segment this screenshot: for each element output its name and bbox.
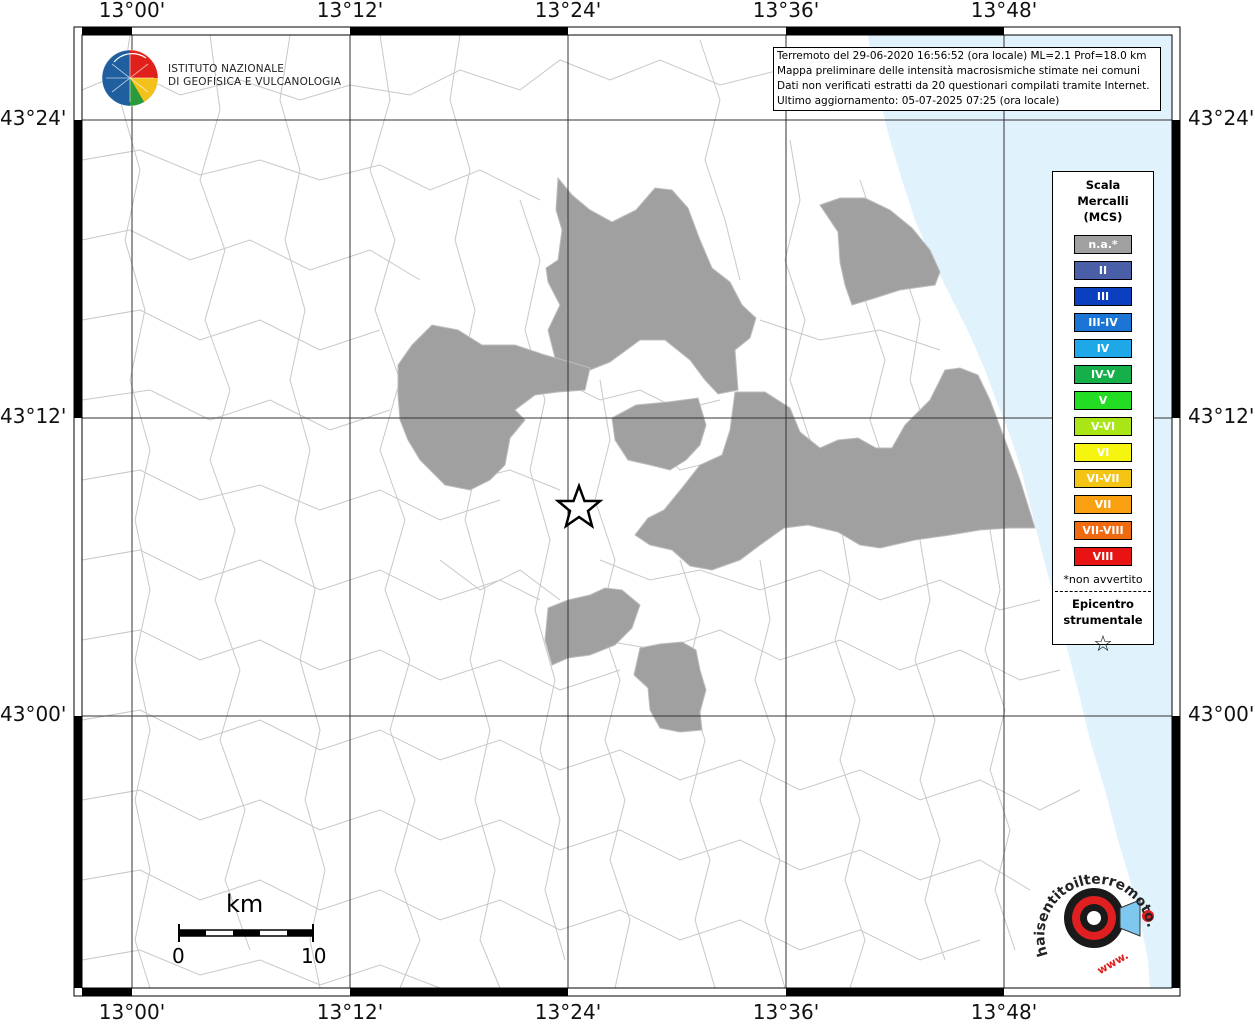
event-info-box: Terremoto del 29-06-2020 16:56:52 (ora l… (773, 47, 1161, 111)
bottom-tick-1: 13°00' (98, 1000, 166, 1024)
legend-epicenter-label: Epicentro strumentale (1053, 596, 1153, 628)
legend-swatch: V (1074, 391, 1132, 410)
scalebar-max: 10 (301, 944, 327, 968)
legend-swatch: VII (1074, 495, 1132, 514)
left-tick-3: 43°00' (0, 702, 67, 726)
left-tick-1: 43°24' (0, 106, 67, 130)
top-tick-5: 13°48' (970, 0, 1038, 22)
legend-swatch: V-VI (1074, 417, 1132, 436)
legend-swatch: IV (1074, 339, 1132, 358)
top-tick-4: 13°36' (752, 0, 820, 22)
bottom-tick-3: 13°24' (534, 1000, 602, 1024)
ingv-logo-icon (101, 49, 159, 107)
legend-note: *non avvertito (1063, 573, 1143, 586)
top-tick-1: 13°00' (98, 0, 166, 22)
ingv-line-2: DI GEOFISICA E VULCANOLOGIA (168, 76, 342, 88)
legend-swatch: IV-V (1074, 365, 1132, 384)
legend-title-1: Scala (1085, 178, 1121, 192)
hsit-logo-icon: haisentitoilterremoto.it www. (1030, 860, 1160, 977)
left-tick-2: 43°12' (0, 404, 67, 428)
event-info-line-3: Dati non verificati estratti da 20 quest… (777, 80, 1150, 92)
event-info-line-2: Mappa preliminare delle intensità macros… (777, 65, 1140, 77)
ingv-logo-text: ISTITUTO NAZIONALE DI GEOFISICA E VULCAN… (168, 63, 341, 89)
legend-epicenter-2: strumentale (1063, 613, 1143, 627)
scalebar-min: 0 (172, 944, 185, 968)
legend-star-icon: ☆ (1093, 632, 1113, 657)
legend-title-3: (MCS) (1083, 210, 1123, 224)
bottom-tick-2: 13°12' (316, 1000, 384, 1024)
legend-title-2: Mercalli (1077, 194, 1129, 208)
legend-swatch: VI-VII (1074, 469, 1132, 488)
legend-swatch: II (1074, 261, 1132, 280)
bottom-tick-5: 13°48' (970, 1000, 1038, 1024)
scalebar-unit: km (226, 890, 264, 918)
event-info-line-1: Terremoto del 29-06-2020 16:56:52 (ora l… (777, 50, 1147, 62)
legend-swatch: n.a.* (1074, 235, 1132, 254)
legend-swatches: n.a.* II III III-IV IV IV-V V V-VI VI VI-VII VII VI… (1053, 235, 1153, 566)
legend-swatch: VII-VIII (1074, 521, 1132, 540)
legend-title: Scala Mercalli (MCS) (1053, 177, 1153, 225)
right-tick-1: 43°24' (1188, 106, 1255, 130)
legend-epicenter-1: Epicentro (1072, 597, 1134, 611)
intensity-legend: Scala Mercalli (MCS) n.a.* II III III-IV IV I… (1052, 171, 1154, 657)
legend-swatch: VI (1074, 443, 1132, 462)
legend-swatch: III (1074, 287, 1132, 306)
legend-swatch: III-IV (1074, 313, 1132, 332)
legend-swatch: VIII (1074, 547, 1132, 566)
legend-separator (1055, 591, 1151, 592)
top-tick-3: 13°24' (534, 0, 602, 22)
right-tick-3: 43°00' (1188, 702, 1255, 726)
top-tick-2: 13°12' (316, 0, 384, 22)
bottom-tick-4: 13°36' (752, 1000, 820, 1024)
ingv-line-1: ISTITUTO NAZIONALE (168, 63, 285, 75)
right-tick-2: 43°12' (1188, 404, 1255, 428)
hsit-logo-www: www. (1095, 949, 1131, 977)
event-info-line-4: Ultimo aggiornamento: 05-07-2025 07:25 (… (777, 95, 1060, 107)
